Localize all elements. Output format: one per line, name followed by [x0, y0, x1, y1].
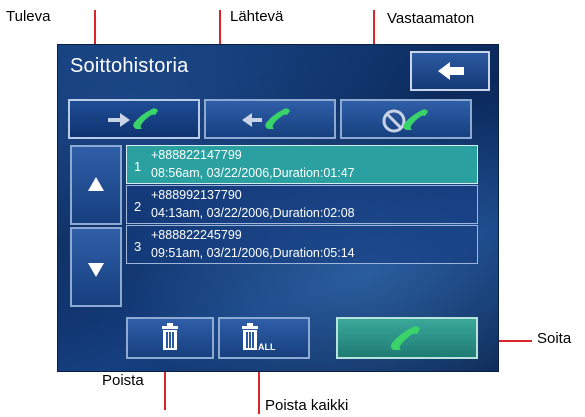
- tab-incoming[interactable]: [68, 99, 200, 139]
- call-button[interactable]: [336, 317, 478, 359]
- row-index: 1: [134, 159, 142, 174]
- tab-missed[interactable]: [340, 99, 472, 139]
- row-number: +888822245799: [151, 228, 242, 242]
- outgoing-call-icon: [242, 108, 290, 129]
- incoming-call-icon: [108, 108, 158, 129]
- up-arrow-icon: [88, 177, 104, 191]
- missed-call-icon: [382, 109, 428, 133]
- call-log-row[interactable]: 3 +888822245799 09:51am, 03/21/2006,Dura…: [126, 225, 478, 264]
- callout-delete: Poista: [102, 372, 144, 389]
- trash-icon: [162, 323, 178, 350]
- row-number: +888992137790: [151, 188, 242, 202]
- trash-all-icon: ALL: [242, 323, 276, 352]
- callout-call: Soita: [537, 330, 572, 347]
- callout-outgoing: Lähtevä: [230, 8, 284, 25]
- left-arrow-icon: [438, 62, 464, 80]
- call-log-row[interactable]: 2 +888992137790 04:13am, 03/22/2006,Dura…: [126, 185, 478, 224]
- svg-text:ALL: ALL: [258, 342, 276, 352]
- page-title: Soittohistoria: [70, 55, 189, 77]
- delete-all-button[interactable]: ALL: [218, 317, 310, 359]
- row-details: 09:51am, 03/21/2006,Duration:05:14: [151, 246, 355, 260]
- call-log-row[interactable]: 1 +888822147799 08:56am, 03/22/2006,Dura…: [126, 145, 478, 184]
- scroll-down-button[interactable]: [70, 227, 122, 307]
- tab-outgoing[interactable]: [204, 99, 336, 139]
- row-details: 04:13am, 03/22/2006,Duration:02:08: [151, 206, 355, 220]
- delete-button[interactable]: [126, 317, 214, 359]
- phone-handset-icon: [390, 326, 420, 350]
- callout-missed: Vastaamaton: [387, 10, 475, 27]
- row-index: 3: [134, 239, 142, 254]
- callout-delete-all: Poista kaikki: [265, 397, 349, 414]
- row-number: +888822147799: [151, 148, 242, 162]
- call-history-screen: Soittohistoria 1 +888822147799 08:56am, …: [57, 44, 499, 372]
- row-index: 2: [134, 199, 142, 214]
- call-log-list: 1 +888822147799 08:56am, 03/22/2006,Dura…: [126, 145, 478, 265]
- row-details: 08:56am, 03/22/2006,Duration:01:47: [151, 166, 355, 180]
- callout-incoming: Tuleva: [6, 8, 51, 25]
- back-button[interactable]: [410, 51, 490, 91]
- scroll-up-button[interactable]: [70, 145, 122, 225]
- down-arrow-icon: [88, 263, 104, 277]
